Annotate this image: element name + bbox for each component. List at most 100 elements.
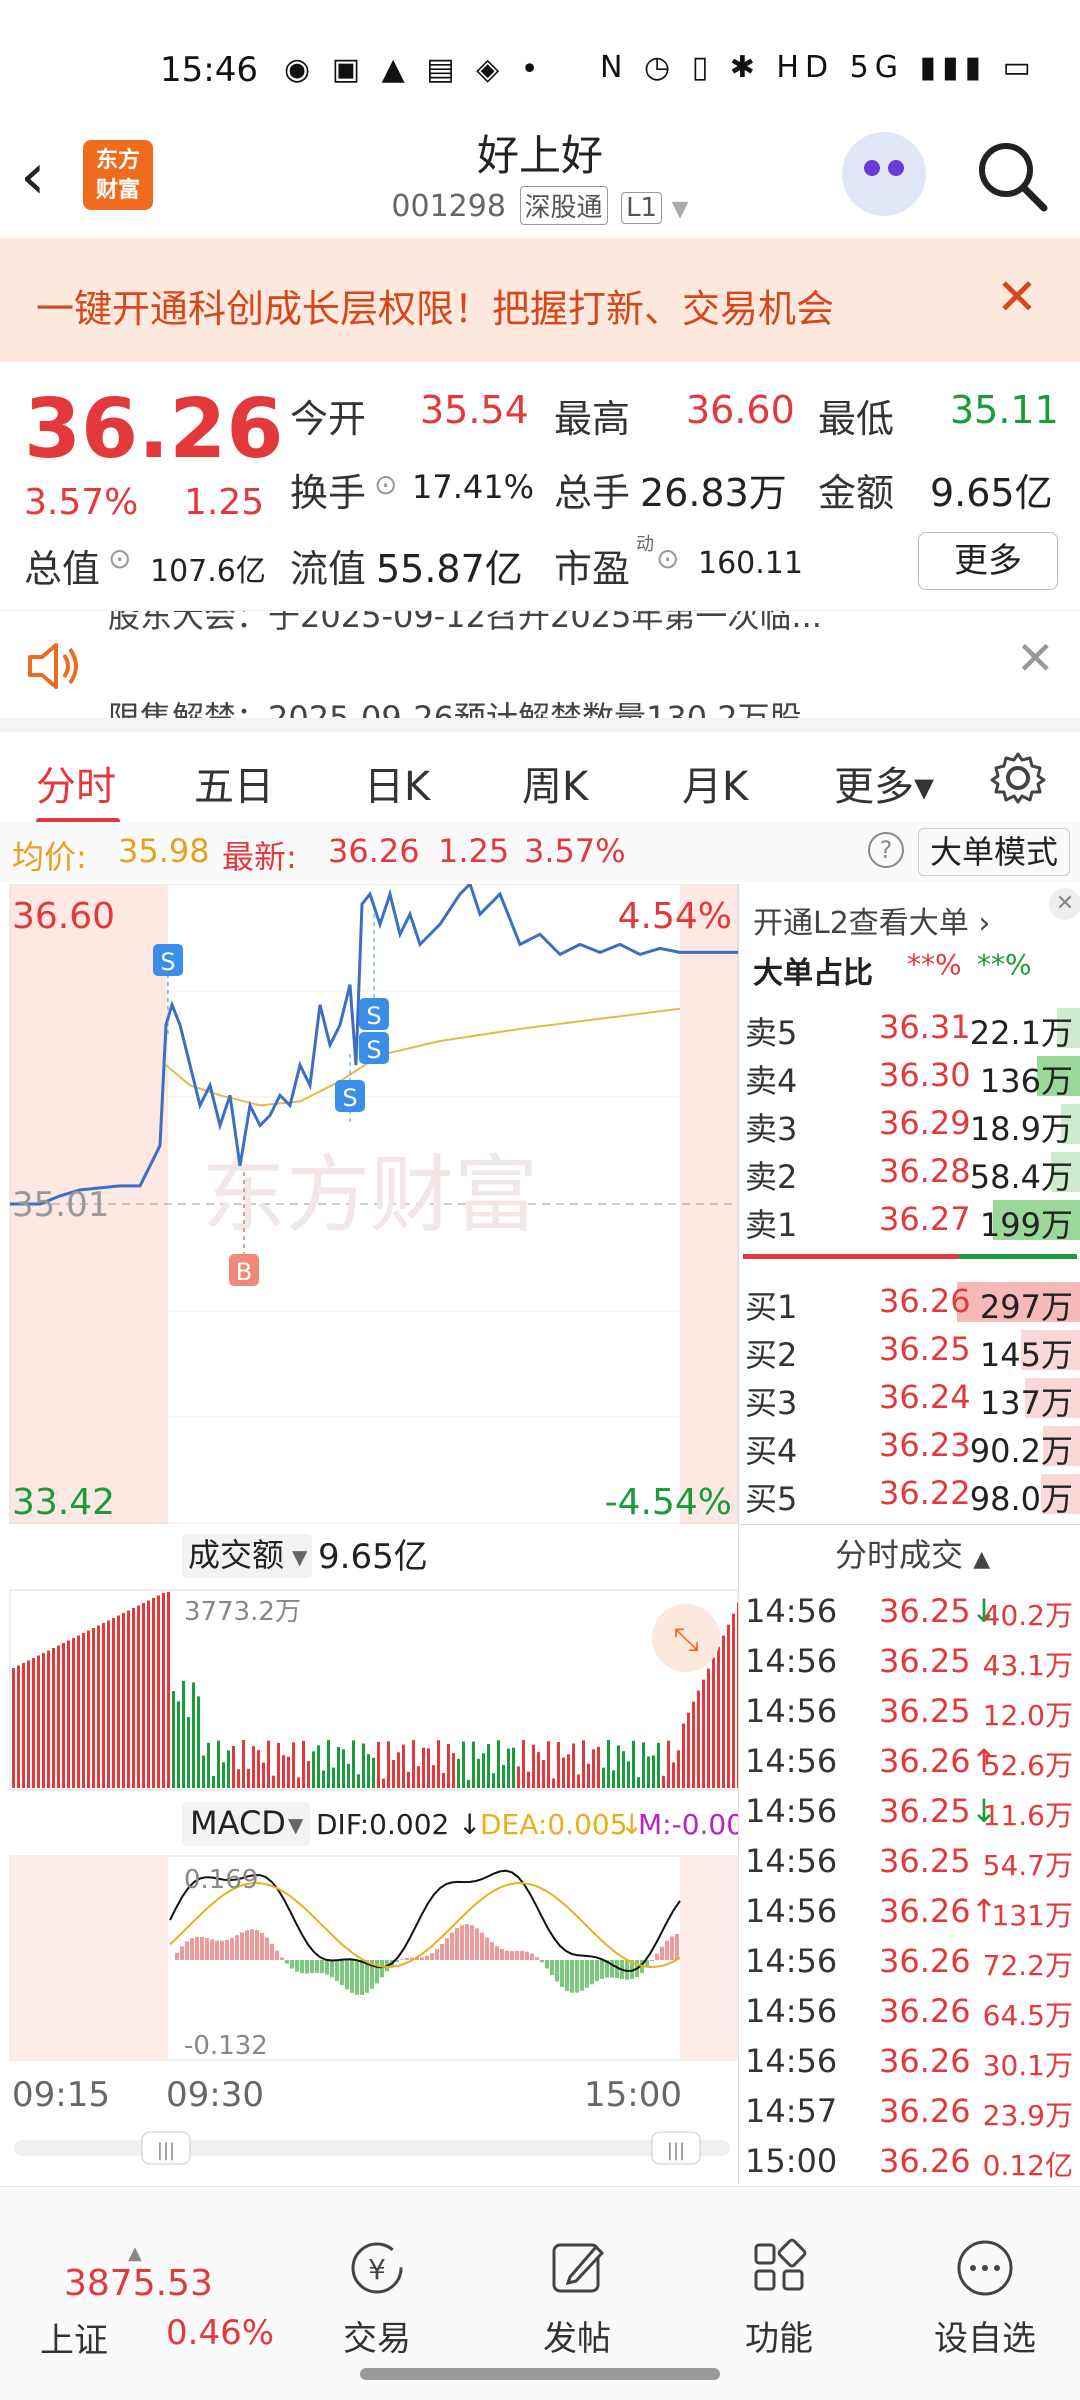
turnover-info-icon[interactable]: ⊙ (374, 468, 397, 501)
volume-bar (107, 1620, 110, 1788)
sell-marker[interactable]: S (359, 1032, 389, 1064)
macd-bar (465, 1924, 469, 1960)
settings-gear-icon[interactable] (990, 750, 1046, 806)
macd-bar (200, 1936, 204, 1960)
l2-upgrade-link[interactable]: 开通L2查看大单 › (753, 898, 990, 942)
more-button[interactable]: 更多 (918, 532, 1058, 590)
ask-row[interactable]: 卖4 36.30 136万 (739, 1050, 1080, 1100)
dropdown-icon: ▼ (292, 1545, 308, 1569)
nav-add-watchlist[interactable]: 设自选 (920, 2237, 1050, 2360)
ask-volume: 58.4万 (969, 1158, 1073, 1196)
nav-trade[interactable]: ¥ 交易 (312, 2237, 442, 2360)
nav-post[interactable]: 发帖 (512, 2237, 642, 2360)
tab-daily-k[interactable]: 日K (364, 754, 430, 812)
notice-ticker[interactable]: 股东大会：于2025-09-12召开2025年第一次临... 限售解禁：2025… (0, 610, 1080, 718)
macd-top: 0.169 (184, 1865, 258, 1895)
volume-bar (192, 1682, 195, 1788)
close-icon[interactable]: ✕ (1016, 631, 1055, 685)
more-dots-icon (957, 2240, 1013, 2296)
ask-row[interactable]: 卖3 36.29 18.9万 (739, 1098, 1080, 1148)
bid-row[interactable]: 买1 36.26 297万 (739, 1276, 1080, 1326)
bid-row[interactable]: 买5 36.22 98.0万 (739, 1468, 1080, 1518)
volume-bar (532, 1744, 535, 1788)
trade-row: 14:56 36.26 64.5万 (739, 1984, 1080, 2034)
svg-text:¥: ¥ (368, 2253, 386, 2286)
tab-more[interactable]: 更多▾ (834, 754, 934, 812)
volume-bar (297, 1777, 300, 1788)
macd-bar (355, 1960, 359, 1995)
close-icon[interactable]: ✕ (996, 268, 1038, 326)
bid-row[interactable]: 买4 36.23 90.2万 (739, 1420, 1080, 1470)
svg-text:S: S (366, 1002, 381, 1030)
bid-volume: 90.2万 (969, 1432, 1073, 1470)
volume-bar (147, 1600, 150, 1788)
macd-bar (435, 1949, 439, 1960)
intraday-chart[interactable]: 东方财富 36.60 35.01 33.42 4.54% -4.54% S S … (0, 884, 738, 2184)
sell-marker[interactable]: S (359, 914, 389, 1030)
trade-volume: 30.1万 (982, 2049, 1073, 2082)
macd-bar (270, 1943, 274, 1960)
ask-row[interactable]: 卖5 36.31 22.1万 (739, 1002, 1080, 1052)
tab-monthly-k[interactable]: 月K (682, 754, 748, 812)
volume-bar (182, 1680, 185, 1788)
volume-bar (72, 1638, 75, 1788)
ask-volume: 199万 (979, 1206, 1073, 1244)
macd-bar (665, 1940, 669, 1960)
promo-banner[interactable]: 一键开通科创成长层权限！把握打新、交易机会 ✕ (0, 238, 1080, 362)
trade-price: 36.25 (879, 1642, 971, 1680)
bid-row[interactable]: 买3 36.24 137万 (739, 1372, 1080, 1422)
close-icon[interactable]: ✕ (1049, 888, 1080, 920)
volume-bar (257, 1750, 260, 1788)
help-icon[interactable]: ? (868, 832, 904, 868)
volume-bar (92, 1628, 95, 1788)
index-value[interactable]: 3875.53 (64, 2263, 213, 2304)
volume-bar (127, 1610, 130, 1788)
volume-bar (552, 1778, 555, 1788)
sell-marker[interactable]: S (335, 1054, 365, 1124)
market-tag: 深股通 (519, 186, 608, 225)
y-axis-top: 36.60 (12, 896, 115, 937)
volume-bar (677, 1750, 680, 1788)
search-icon[interactable] (972, 136, 1052, 216)
volume-bar (472, 1741, 475, 1788)
trades-title[interactable]: 分时成交 ▲ (835, 1530, 990, 1576)
trade-price: 36.25↓ (879, 1592, 998, 1630)
macd-bar (225, 1939, 229, 1960)
macd-bar (600, 1960, 604, 1979)
bid-volume: 145万 (979, 1336, 1073, 1374)
macd-bar (380, 1960, 384, 1978)
ask-row[interactable]: 卖2 36.28 58.4万 (739, 1146, 1080, 1196)
nav-features[interactable]: 功能 (714, 2237, 844, 2360)
volume-bar (332, 1767, 335, 1788)
tab-intraday[interactable]: 分时 (36, 754, 116, 812)
ask-label: 卖2 (745, 1158, 798, 1196)
ask-row[interactable]: 卖1 36.27 199万 (739, 1194, 1080, 1244)
volume-bar (392, 1759, 395, 1788)
range-slider-track[interactable] (14, 2140, 730, 2156)
mktcap-info-icon[interactable]: ⊙ (108, 542, 131, 575)
tab-five-day[interactable]: 五日 (194, 754, 274, 812)
volume-bar (177, 1701, 180, 1788)
ask-price: 36.30 (879, 1056, 971, 1094)
volume-bar (37, 1655, 40, 1788)
volume-bar (202, 1755, 205, 1788)
macd-bar (265, 1937, 269, 1960)
macd-bar (325, 1960, 329, 1975)
big-order-mode-button[interactable]: 大单模式 (918, 828, 1070, 876)
change-amount: 1.25 (184, 482, 265, 523)
turnover-label: 换手 (290, 471, 367, 515)
avg-price-line (165, 1007, 681, 1107)
volume-bar (287, 1756, 290, 1788)
ask-price: 36.31 (879, 1008, 971, 1046)
macd-bar (250, 1929, 254, 1960)
latest-pct: 3.57% (524, 832, 626, 870)
volume-bar (212, 1776, 215, 1788)
float-value: 55.87亿 (376, 547, 523, 591)
assistant-robot-icon[interactable] (842, 132, 926, 216)
bid-label: 买2 (745, 1336, 798, 1374)
tab-weekly-k[interactable]: 周K (522, 754, 588, 812)
bid-row[interactable]: 买2 36.25 145万 (739, 1324, 1080, 1374)
home-indicator[interactable] (360, 2368, 720, 2380)
pe-info-icon[interactable]: ⊙ (656, 542, 679, 575)
amount-value: 9.65亿 (930, 471, 1053, 515)
